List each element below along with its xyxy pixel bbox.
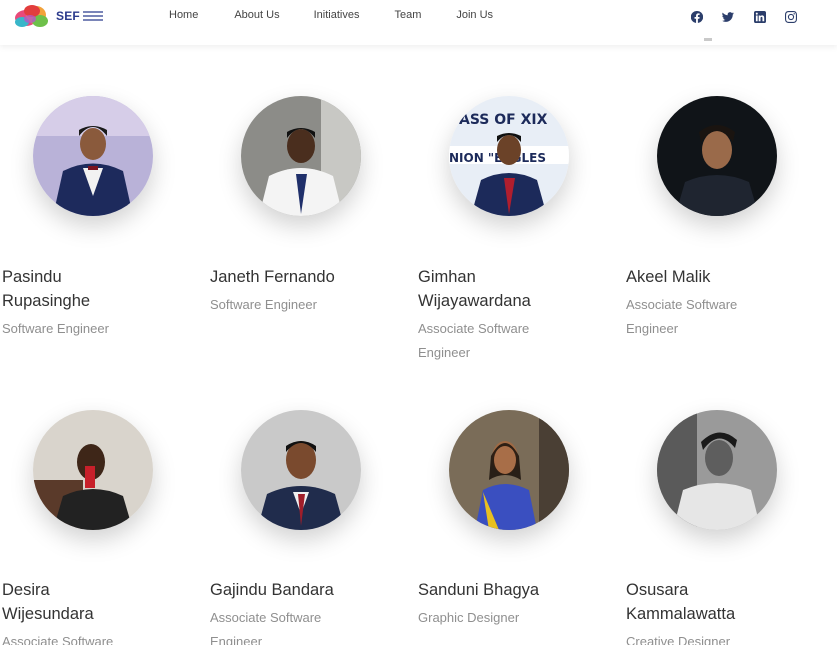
nav-home[interactable]: Home [169,9,198,21]
member-name-line: Akeel Malik [626,268,711,286]
member-photo-gajindu[interactable] [241,410,361,530]
member-photo-janeth[interactable] [241,96,361,216]
svg-text:ASS OF XIX: ASS OF XIX [459,112,548,128]
member-photo-akeel[interactable] [657,96,777,216]
main-nav: Home About Us Initiatives Team Join Us [169,9,528,21]
top-navbar: SEF Home About Us Initiatives Team Join … [0,0,837,45]
member-name-line: Wijesundara [2,605,94,623]
member-role-line: Software Engineer [210,297,317,312]
logo-text: SEF [56,9,80,23]
member-photo-sanduni[interactable] [449,410,569,530]
member-name-line: Gajindu Bandara [210,581,334,599]
member-photo-desira[interactable] [33,410,153,530]
member-photo-osusara[interactable] [657,410,777,530]
twitter-icon[interactable] [722,10,735,23]
social-links [690,10,816,23]
member-name-line: Rupasinghe [2,292,91,310]
logo-tagline [82,10,103,22]
brain-logo-icon [12,2,52,30]
instagram-icon[interactable] [785,10,798,23]
member-role-line: Associate Software [2,634,114,645]
member-photo-pasindu[interactable] [33,96,153,216]
member-name-line: Janeth Fernando [210,268,335,286]
member-role-line: Graphic Designer [418,610,520,625]
member-role-line: Engineer [418,345,471,360]
partial-text-fragment [704,38,712,41]
member-role-line: Associate Software [418,321,530,336]
member-role-line: Associate Software [210,610,322,625]
facebook-icon[interactable] [690,10,703,23]
member-name-line: Pasindu [2,268,62,286]
member-role-line: Associate Software [626,297,738,312]
nav-about-us[interactable]: About Us [234,9,279,21]
member-role-line: Software Engineer [2,321,109,336]
member-name-line: Sanduni Bhagya [418,581,540,599]
member-name-line: Desira [2,581,50,599]
nav-team[interactable]: Team [394,9,421,21]
member-photo-gimhan[interactable]: ASS OF XIX NION "EAGLES [449,96,569,216]
team-grid: Pasindu Rupasinghe Software Engineer Jan… [0,0,837,645]
member-role-line: Creative Designer [626,634,731,645]
sef-logo[interactable]: SEF [12,2,112,30]
member-role-line: Engineer [626,321,679,336]
member-name-line: Gimhan [418,268,476,286]
nav-initiatives[interactable]: Initiatives [314,9,360,21]
nav-join-us[interactable]: Join Us [456,9,493,21]
member-name-line: Osusara [626,581,689,599]
linkedin-icon[interactable] [753,10,766,23]
member-role-line: Engineer [210,634,263,645]
member-name-line: Kammalawatta [626,605,736,623]
member-name-line: Wijayawardana [418,292,531,310]
